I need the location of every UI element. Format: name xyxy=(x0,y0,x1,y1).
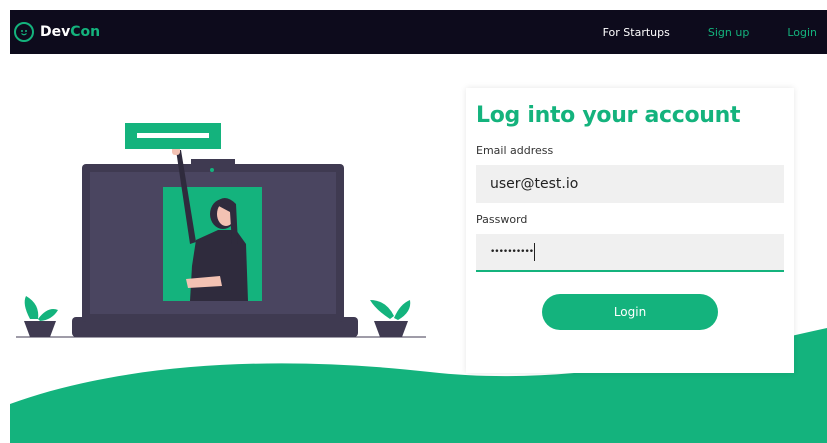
password-field[interactable]: •••••••••• xyxy=(476,234,784,272)
text-caret xyxy=(534,243,536,261)
left-plant xyxy=(24,296,58,337)
nav-sign-up-link[interactable]: Sign up xyxy=(708,26,749,39)
top-navbar: DevCon For Startups Sign up Login xyxy=(10,10,827,54)
email-value: user@test.io xyxy=(490,176,579,192)
brand-logo-link[interactable]: DevCon xyxy=(14,22,100,42)
email-field[interactable]: user@test.io xyxy=(476,165,784,203)
raised-sign-stripe xyxy=(137,133,209,138)
login-card: Log into your account Email address user… xyxy=(466,88,794,373)
right-plant xyxy=(370,300,411,337)
brand-prefix: Dev xyxy=(40,24,71,40)
nav-for-startups-link[interactable]: For Startups xyxy=(603,26,670,39)
brand-name: DevCon xyxy=(40,24,100,40)
login-button[interactable]: Login xyxy=(542,294,718,330)
password-label: Password xyxy=(476,213,528,226)
nav-login-link[interactable]: Login xyxy=(787,26,817,39)
brand-suffix: Con xyxy=(70,24,101,40)
webcam-dot xyxy=(210,168,214,172)
password-value: •••••••••• xyxy=(490,247,534,257)
frame-edge xyxy=(0,0,10,443)
smiley-circle-icon xyxy=(14,22,34,42)
webcam-bar xyxy=(191,159,235,167)
email-label: Email address xyxy=(476,144,554,157)
login-title: Log into your account xyxy=(476,103,741,128)
nav-links: For Startups Sign up Login xyxy=(565,26,827,39)
